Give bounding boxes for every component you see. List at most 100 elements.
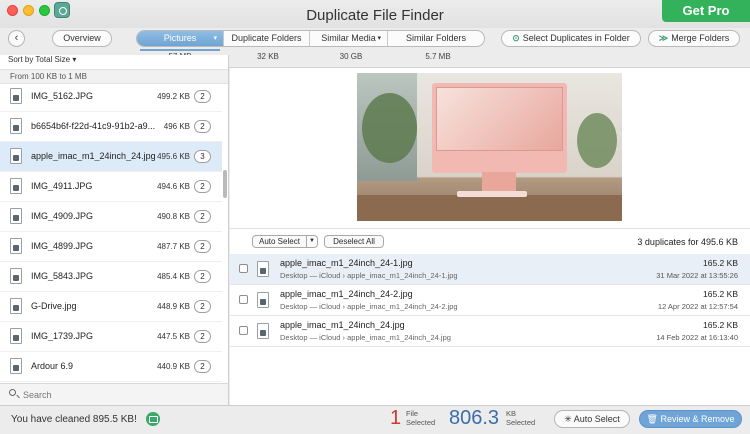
- duplicate-path: Desktop — iCloud › apple_imac_m1_24inch_…: [280, 302, 458, 311]
- list-item[interactable]: Ardour 6.9 440.9 KB 2: [0, 352, 222, 382]
- preview-pane: [230, 68, 750, 228]
- tab-similar-folders[interactable]: Similar Folders: [388, 31, 484, 46]
- document-file-icon: [10, 358, 22, 374]
- button-label: Review & Remove: [660, 414, 735, 424]
- image-file-icon: [10, 238, 22, 254]
- image-file-icon: [10, 118, 22, 134]
- sort-dropdown[interactable]: Sort by Total Size ▾: [8, 55, 76, 64]
- search-placeholder: Search: [23, 390, 52, 400]
- chevron-down-icon: ▾: [377, 35, 381, 42]
- duplicate-count-badge: 2: [194, 180, 211, 193]
- files-selected-label: Selected: [406, 418, 436, 427]
- table-row[interactable]: apple_imac_m1_24inch_24-1.jpg Desktop — …: [230, 254, 750, 285]
- list-item[interactable]: G-Drive.jpg 448.9 KB 2: [0, 292, 222, 322]
- list-item[interactable]: IMG_4899.JPG 487.7 KB 2: [0, 232, 222, 262]
- overview-button[interactable]: Overview: [52, 30, 112, 47]
- select-checkbox[interactable]: [239, 295, 248, 304]
- tab-label: Duplicate Folders: [231, 33, 302, 43]
- file-name: G-Drive.jpg: [31, 301, 77, 311]
- duplicate-count-badge: 2: [194, 270, 211, 283]
- image-file-icon: [10, 268, 22, 284]
- file-size: 495.6 KB: [157, 152, 190, 161]
- file-name: IMG_4899.JPG: [31, 241, 94, 251]
- file-size: 487.7 KB: [157, 242, 190, 251]
- category-tabs: Pictures ▾ Duplicate Folders Similar Med…: [136, 30, 485, 47]
- deselect-all-button[interactable]: Deselect All: [324, 235, 384, 248]
- list-item[interactable]: IMG_5843.JPG 485.4 KB 2: [0, 262, 222, 292]
- select-duplicates-in-folder-button[interactable]: ⊙ Select Duplicates in Folder: [501, 30, 641, 47]
- tab-pictures[interactable]: Pictures ▾: [137, 31, 224, 46]
- tab-duplicate-folders[interactable]: Duplicate Folders: [224, 31, 310, 46]
- list-item[interactable]: IMG_1739.JPG 447.5 KB 2: [0, 322, 222, 352]
- files-selected-label: File: [406, 409, 419, 418]
- tab-size: 32 KB: [257, 52, 279, 61]
- duplicate-count-badge: 2: [194, 360, 211, 373]
- kb-selected-label: Selected: [506, 418, 536, 427]
- auto-select-dropdown[interactable]: Auto Select ▼: [252, 235, 318, 248]
- duplicate-size: 165.2 KB: [703, 320, 738, 330]
- tab-similar-media[interactable]: Similar Media ▾: [310, 31, 388, 46]
- duplicate-size: 165.2 KB: [703, 258, 738, 268]
- duplicate-name: apple_imac_m1_24inch_24-1.jpg: [280, 258, 413, 268]
- window-title: Duplicate File Finder: [306, 7, 444, 24]
- duplicate-name: apple_imac_m1_24inch_24-2.jpg: [280, 289, 413, 299]
- list-item[interactable]: IMG_4911.JPG 494.6 KB 2: [0, 172, 222, 202]
- list-item[interactable]: IMG_5162.JPG 499.2 KB 2: [0, 82, 222, 112]
- image-file-icon: [10, 178, 22, 194]
- table-row[interactable]: apple_imac_m1_24inch_24.jpg Desktop — iC…: [230, 316, 750, 347]
- file-size: 494.6 KB: [157, 182, 190, 191]
- duplicate-count-badge: 2: [194, 90, 211, 103]
- status-bar: You have cleaned 895.5 KB! 1 File Select…: [0, 405, 750, 434]
- file-name: IMG_5162.JPG: [31, 91, 94, 101]
- button-label: Auto Select: [573, 414, 620, 424]
- duplicate-count-badge: 2: [194, 210, 211, 223]
- tab-size: 30 GB: [339, 52, 363, 61]
- select-checkbox[interactable]: [239, 264, 248, 273]
- active-tab-indicator: [140, 49, 220, 51]
- sidebar-scrollbar[interactable]: [223, 170, 227, 198]
- share-icon[interactable]: [146, 412, 160, 426]
- merge-folders-button[interactable]: ≫ Merge Folders: [648, 30, 740, 47]
- table-row[interactable]: apple_imac_m1_24inch_24-2.jpg Desktop — …: [230, 285, 750, 316]
- image-file-icon: [10, 328, 22, 344]
- file-list-sidebar: Sort by Total Size ▾ From 100 KB to 1 MB…: [0, 55, 229, 405]
- file-size: 448.9 KB: [157, 302, 190, 311]
- duplicates-toolbar: Auto Select ▼ Deselect All 3 duplicates …: [230, 228, 750, 254]
- file-size: 447.5 KB: [157, 332, 190, 341]
- image-file-icon: [10, 298, 22, 314]
- file-size: 499.2 KB: [157, 92, 190, 101]
- duplicates-list-empty-space: [230, 347, 750, 405]
- auto-select-button[interactable]: ✳ Auto Select: [554, 410, 630, 428]
- title-bar: Duplicate File Finder Get Pro: [0, 0, 750, 28]
- sort-label: Sort by Total Size: [8, 55, 71, 64]
- file-name: IMG_5843.JPG: [31, 271, 94, 281]
- tab-label: Similar Media: [321, 33, 376, 43]
- chevron-down-icon: ▾: [72, 55, 77, 64]
- button-label: Merge Folders: [671, 33, 730, 43]
- auto-select-label: Auto Select: [259, 237, 300, 246]
- image-file-icon: [10, 208, 22, 224]
- sparkle-icon: ✳: [564, 414, 572, 424]
- duplicate-count-badge: 3: [194, 150, 211, 163]
- image-file-icon: [257, 323, 269, 339]
- review-and-remove-button[interactable]: 🗑 Review & Remove: [639, 410, 742, 428]
- search-field[interactable]: Search: [0, 383, 229, 405]
- duplicates-summary: 3 duplicates for 495.6 KB: [637, 237, 738, 247]
- list-item[interactable]: b6654b6f-f22d-41c9-91b2-a9... 496 KB 2: [0, 112, 222, 142]
- chevron-down-icon[interactable]: ▼: [306, 236, 317, 247]
- select-checkbox[interactable]: [239, 326, 248, 335]
- file-size: 485.4 KB: [157, 272, 190, 281]
- image-preview: [357, 73, 622, 221]
- search-icon: [9, 389, 16, 396]
- image-file-icon: [257, 261, 269, 277]
- tab-label: Pictures: [163, 33, 197, 43]
- file-size: 496 KB: [163, 122, 190, 131]
- list-item[interactable]: apple_imac_m1_24inch_24.jpg 495.6 KB 3: [0, 142, 222, 172]
- image-file-icon: [257, 292, 269, 308]
- list-item[interactable]: IMG_4909.JPG 490.8 KB 2: [0, 202, 222, 232]
- get-pro-button[interactable]: Get Pro: [662, 0, 750, 22]
- duplicate-date: 14 Feb 2022 at 16:13:40: [656, 333, 738, 342]
- file-name: apple_imac_m1_24inch_24.jpg: [31, 151, 156, 161]
- trash-icon: 🗑: [646, 414, 658, 424]
- back-button[interactable]: ‹: [8, 30, 25, 47]
